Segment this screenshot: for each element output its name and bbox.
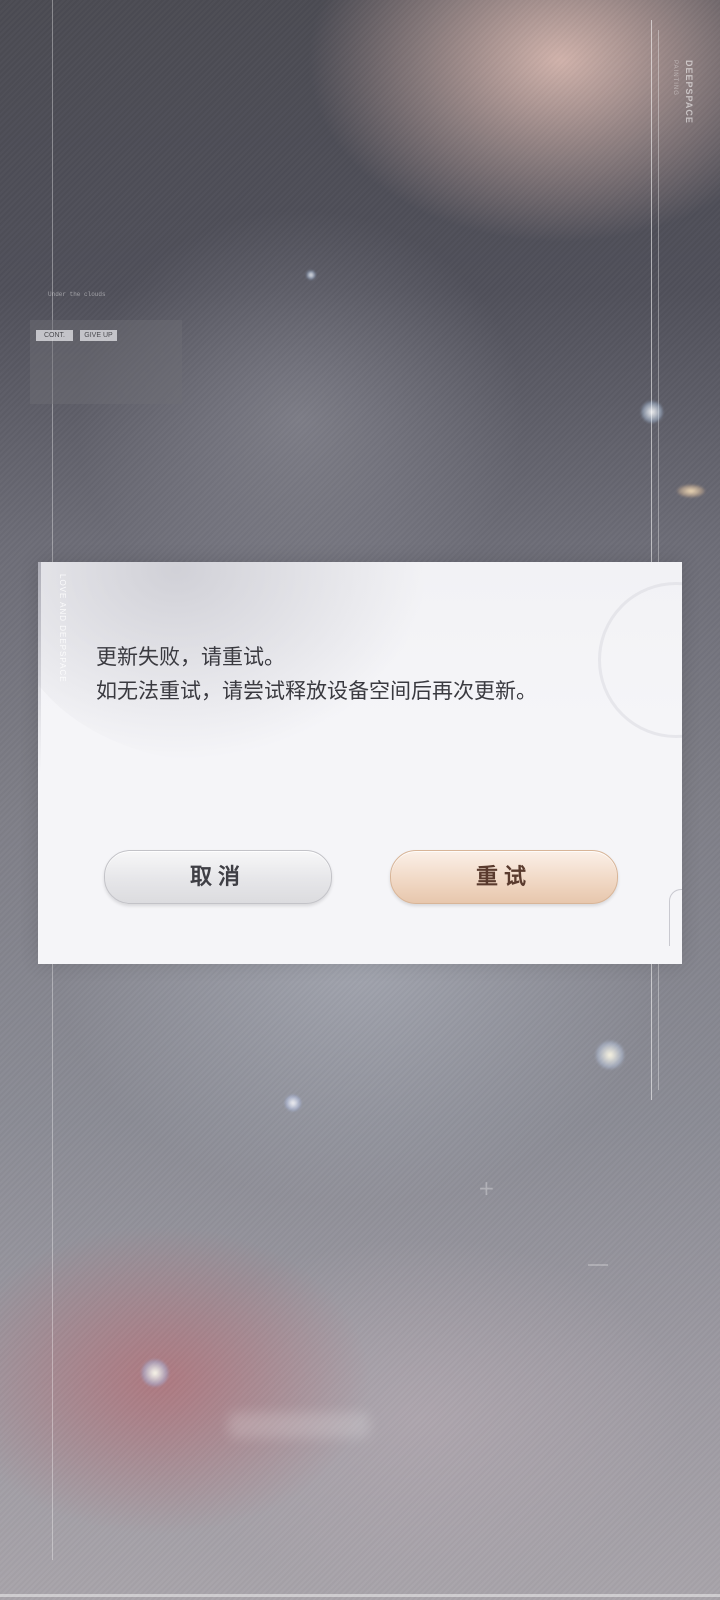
chip-continue: CONT. bbox=[36, 330, 73, 341]
dialog-message: 更新失败，请重试。 如无法重试，请尝试释放设备空间后再次更新。 bbox=[96, 640, 636, 708]
bottom-edge-line bbox=[0, 1594, 720, 1597]
sparkle-effect bbox=[306, 270, 316, 280]
update-failed-dialog: LOVE AND DEEPSPACE 更新失败，请重试。 如无法重试，请尝试释放… bbox=[38, 562, 682, 964]
minus-icon bbox=[588, 1264, 608, 1266]
dialog-message-line-1: 更新失败，请重试。 bbox=[96, 645, 285, 669]
blurred-label bbox=[228, 1412, 370, 1438]
dialog-decoration-corner bbox=[669, 889, 682, 946]
brand-watermark: DEEPSPACE bbox=[684, 60, 694, 124]
cancel-button[interactable]: 取消 bbox=[104, 850, 332, 904]
sparkle-effect bbox=[676, 484, 706, 498]
sparkle-effect bbox=[140, 1358, 170, 1388]
sparkle-effect bbox=[284, 1094, 302, 1112]
status-caption: Under the clouds bbox=[48, 291, 106, 298]
dialog-side-label: LOVE AND DEEPSPACE bbox=[58, 574, 67, 683]
brand-watermark-sub: PAINTING bbox=[672, 60, 678, 96]
plus-icon: + bbox=[478, 1176, 495, 1200]
dialog-accent-bar bbox=[38, 562, 41, 772]
game-background: DEEPSPACE PAINTING Under the clouds CONT… bbox=[0, 0, 720, 1600]
sparkle-effect bbox=[640, 400, 664, 424]
sparkle-effect bbox=[594, 1040, 626, 1070]
chip-give-up: GIVE UP bbox=[80, 330, 117, 341]
dialog-message-line-2: 如无法重试，请尝试释放设备空间后再次更新。 bbox=[96, 679, 537, 703]
retry-button[interactable]: 重试 bbox=[390, 850, 618, 904]
